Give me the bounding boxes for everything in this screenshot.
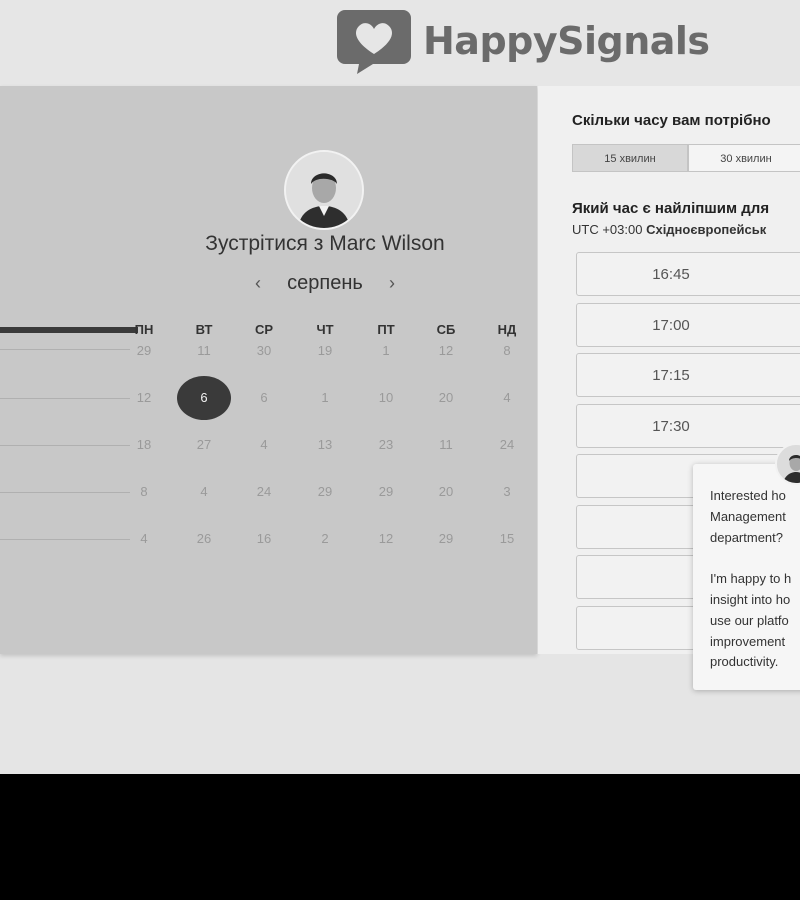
week-row-divider (0, 492, 130, 493)
calendar-day[interactable]: 11 (184, 331, 224, 371)
calendar-day[interactable]: 27 (184, 425, 224, 465)
time-slot-button[interactable]: 17:15 (576, 353, 800, 397)
calendar-day[interactable]: 4 (124, 519, 164, 559)
calendar-day[interactable]: 29 (426, 519, 466, 559)
calendar-day[interactable]: 29 (366, 472, 406, 512)
month-label: серпень (287, 271, 363, 294)
time-question: Який час є найліпшим для (572, 200, 770, 217)
time-slot-button[interactable]: 17:30 (576, 403, 800, 448)
time-slot-button[interactable]: 17:00 (576, 302, 800, 347)
calendar-day[interactable]: 19 (305, 331, 345, 371)
calendar-day[interactable]: 12 (366, 519, 406, 559)
host-avatar (284, 150, 364, 230)
calendar-day[interactable]: 16 (244, 519, 284, 559)
calendar-panel: Зустрітися з Marc Wilson ‹ серпень › ПН В… (0, 86, 537, 654)
calendar-day[interactable]: 2 (305, 519, 345, 559)
calendar-day[interactable]: 23 (366, 425, 406, 465)
calendar-day[interactable]: 10 (366, 378, 406, 418)
logo-text: HappySignals (423, 19, 710, 63)
week-row-divider (0, 398, 130, 399)
timezone-offset: UTC +03:00 (572, 222, 643, 237)
calendar-day[interactable]: 8 (487, 331, 527, 371)
calendar-day[interactable]: 18 (124, 425, 164, 465)
calendar-day[interactable]: 11 (426, 425, 466, 465)
header: HappySignals (0, 0, 800, 86)
chat-message: Interested ho Management department? I'm… (710, 488, 792, 670)
happysignals-logo[interactable]: HappySignals (335, 6, 710, 76)
calendar-day[interactable]: 15 (487, 519, 527, 559)
screen: HappySignals Зустрітися з Marc Wilson ‹ … (0, 0, 800, 774)
time-slot-button[interactable]: 16:45 (576, 252, 800, 296)
timezone-bar (0, 327, 138, 333)
calendar-day[interactable]: 4 (184, 472, 224, 512)
timezone-label: UTC +03:00 Східноєвропейськ (572, 222, 766, 237)
timezone-name: Східноєвропейськ (646, 222, 767, 237)
calendar-day[interactable]: 13 (305, 425, 345, 465)
calendar-day[interactable]: 1 (305, 378, 345, 418)
next-month-icon[interactable]: › (384, 273, 400, 294)
calendar-day[interactable]: 24 (244, 472, 284, 512)
calendar-day[interactable]: 8 (124, 472, 164, 512)
calendar-day[interactable]: 20 (426, 472, 466, 512)
duration-question: Скільки часу вам потрібно (572, 112, 771, 129)
calendar-day[interactable]: 12 (426, 331, 466, 371)
calendar-day[interactable]: 26 (184, 519, 224, 559)
week-row-divider (0, 349, 130, 350)
calendar-day-selected[interactable]: 6 (177, 376, 231, 420)
chat-popup[interactable]: Interested ho Management department? I'm… (693, 464, 800, 690)
calendar-day[interactable]: 6 (244, 378, 284, 418)
duration-15-button[interactable]: 15 хвилин (572, 144, 688, 172)
calendar-day[interactable]: 29 (305, 472, 345, 512)
week-row-divider (0, 539, 130, 540)
calendar-day[interactable]: 12 (124, 378, 164, 418)
calendar-day[interactable]: 30 (244, 331, 284, 371)
duration-selector: 15 хвилин 30 хвилин (572, 144, 800, 172)
week-row-divider (0, 445, 130, 446)
calendar-day[interactable]: 24 (487, 425, 527, 465)
calendar-day[interactable]: 20 (426, 378, 466, 418)
calendar-day[interactable]: 4 (487, 378, 527, 418)
calendar-day[interactable]: 29 (124, 331, 164, 371)
month-navigation: ‹ серпень › (250, 270, 400, 296)
duration-30-button[interactable]: 30 хвилин (688, 144, 800, 172)
calendar-day[interactable]: 1 (366, 331, 406, 371)
calendar-day[interactable]: 3 (487, 472, 527, 512)
prev-month-icon[interactable]: ‹ (250, 273, 266, 294)
heart-speech-bubble-icon (337, 10, 411, 74)
calendar-day[interactable]: 4 (244, 425, 284, 465)
